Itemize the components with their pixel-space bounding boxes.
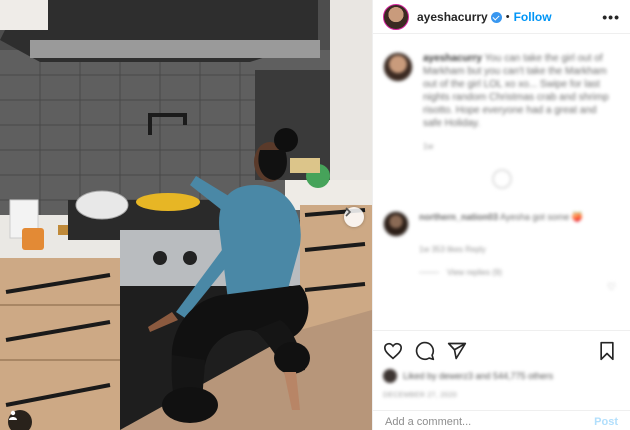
comment-meta: 1w 353 likes Reply <box>419 245 486 254</box>
chevron-right-icon <box>345 207 352 217</box>
heart-icon[interactable] <box>383 342 403 360</box>
carousel-next-button[interactable] <box>344 207 364 227</box>
view-replies-link[interactable]: View replies (9) <box>419 268 620 277</box>
caption-body: You can take the girl out of Markham but… <box>423 53 609 129</box>
likes-summary[interactable]: Liked by dewerz3 and 544,775 others <box>383 369 620 383</box>
post-comment-button[interactable]: Post <box>594 416 618 428</box>
loading-spinner-icon <box>491 169 512 189</box>
user-tag-icon <box>9 410 17 420</box>
verified-badge-icon <box>490 12 502 23</box>
share-icon[interactable] <box>447 341 467 361</box>
caption: ayeshacurry You can take the girl out of… <box>383 52 620 130</box>
caption-avatar[interactable] <box>383 52 413 82</box>
comment-username[interactable]: northern_nation03 <box>419 212 498 222</box>
comment-text: northern_nation03 Ayesha got some 🍑 <box>419 211 599 237</box>
separator-dot: • <box>505 10 510 23</box>
likes-text: Liked by dewerz3 and 544,775 others <box>403 371 554 381</box>
post-side-panel: ayeshacurry • Follow ••• ayeshacurry You… <box>372 0 630 430</box>
bookmark-icon[interactable] <box>598 341 616 361</box>
caption-text: ayeshacurry You can take the girl out of… <box>423 52 613 130</box>
caption-timestamp: 1w <box>423 142 434 151</box>
comment-body: Ayesha got some 🍑 <box>500 212 584 222</box>
comments-area[interactable]: ayeshacurry You can take the girl out of… <box>373 34 630 324</box>
liker-avatar <box>383 369 397 383</box>
comment-item: northern_nation03 Ayesha got some 🍑 <box>383 211 620 237</box>
user-tag-button[interactable] <box>8 410 32 430</box>
post-date: DECEMBER 27, 2020 <box>383 392 457 399</box>
kitchen-photo <box>0 0 372 430</box>
comment-avatar[interactable] <box>383 211 409 237</box>
username-link[interactable]: ayeshacurry <box>417 10 488 24</box>
post-photo[interactable] <box>0 0 372 430</box>
avatar[interactable] <box>383 3 409 30</box>
more-options-icon[interactable]: ••• <box>602 9 620 25</box>
comment-input[interactable] <box>385 415 595 428</box>
follow-button[interactable]: Follow <box>514 10 552 24</box>
comment-like-heart-icon[interactable]: ♡ <box>607 282 616 293</box>
comment-icon[interactable] <box>415 341 435 361</box>
post-header: ayeshacurry • Follow ••• <box>373 0 630 34</box>
add-comment-bar: Post <box>373 410 630 430</box>
caption-username[interactable]: ayeshacurry <box>423 53 482 64</box>
